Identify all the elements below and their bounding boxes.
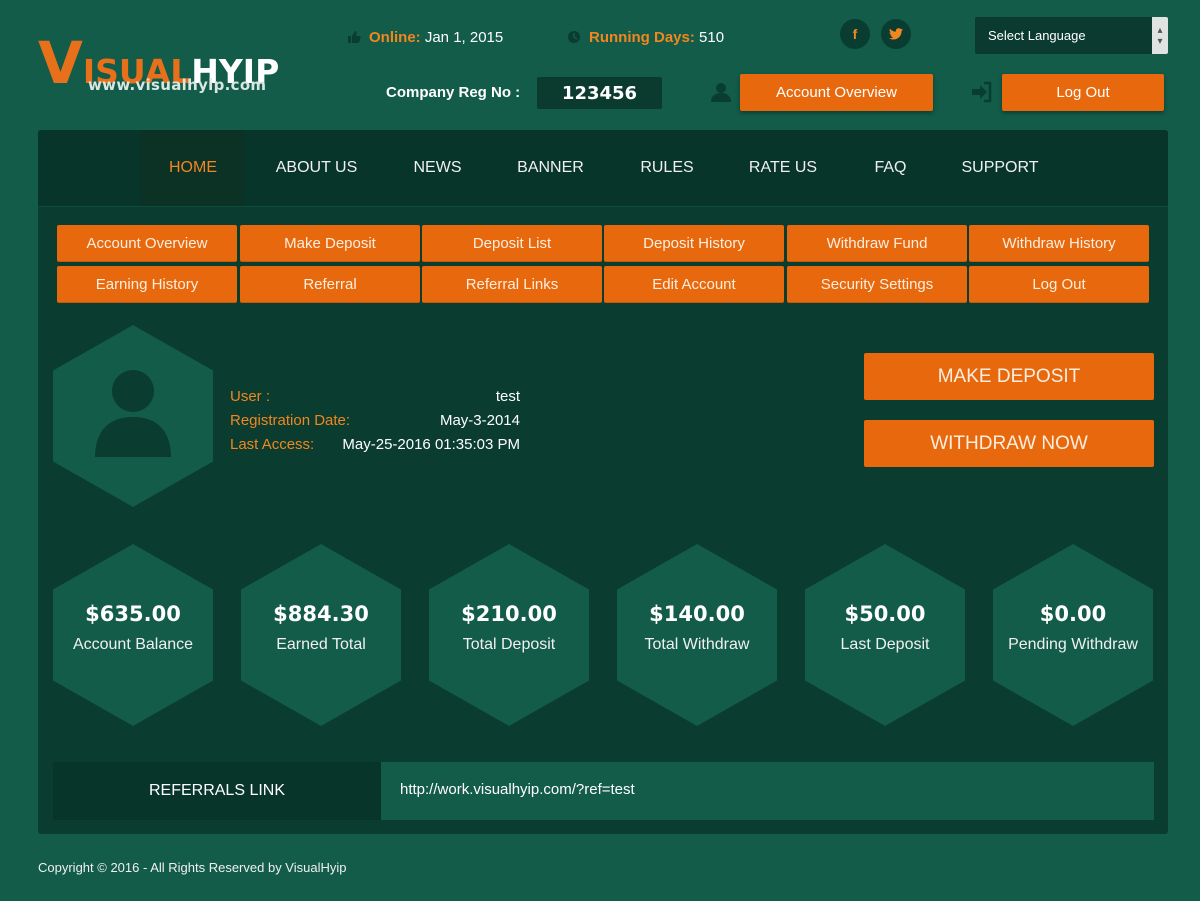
- menu-referral-links[interactable]: Referral Links: [422, 266, 602, 303]
- stat-label: Pending Withdraw: [1008, 636, 1138, 653]
- menu-deposit-history[interactable]: Deposit History: [604, 225, 784, 262]
- stat-pending-withdraw: $0.00 Pending Withdraw: [993, 544, 1153, 726]
- user-value: test: [495, 388, 520, 405]
- running-value: 510: [699, 29, 725, 46]
- facebook-icon[interactable]: f: [840, 19, 870, 49]
- online-label: Online:: [369, 29, 421, 46]
- language-select-value: Select Language: [988, 28, 1086, 43]
- user-label: User :: [230, 388, 271, 405]
- menu-withdraw-fund[interactable]: Withdraw Fund: [787, 225, 967, 262]
- company-reg-value: 123456: [537, 77, 662, 109]
- user-icon: [711, 83, 731, 102]
- running-label: Running Days:: [589, 29, 695, 46]
- nav-news[interactable]: NEWS: [400, 130, 475, 206]
- sign-in-icon: [972, 81, 992, 103]
- online-status: Online: Jan 1, 2015: [347, 29, 503, 46]
- registration-date-label: Registration Date:: [230, 412, 351, 429]
- referral-link-label: REFERRALS LINK: [53, 762, 381, 820]
- main-nav: HOME ABOUT US NEWS BANNER RULES RATE US …: [38, 130, 1168, 207]
- nav-banner[interactable]: BANNER: [508, 130, 593, 206]
- clock-icon: [568, 31, 580, 43]
- online-value: Jan 1, 2015: [424, 29, 504, 46]
- nav-faq[interactable]: FAQ: [863, 130, 918, 206]
- stat-label: Total Withdraw: [644, 636, 750, 653]
- stat-total-deposit: $210.00 Total Deposit: [429, 544, 589, 726]
- user-avatar-icon: [95, 370, 171, 457]
- last-access-label: Last Access:: [230, 436, 315, 453]
- site-logo[interactable]: VISUALHYIP www.visualhyip.com: [38, 34, 279, 100]
- stat-label: Account Balance: [72, 636, 194, 653]
- menu-deposit-list[interactable]: Deposit List: [422, 225, 602, 262]
- menu-earning-history[interactable]: Earning History: [57, 266, 237, 303]
- stat-amount: $0.00: [1039, 602, 1107, 626]
- stat-label: Earned Total: [276, 636, 366, 653]
- stat-amount: $635.00: [85, 602, 181, 626]
- stat-total-withdraw: $140.00 Total Withdraw: [617, 544, 777, 726]
- menu-security-settings[interactable]: Security Settings: [787, 266, 967, 303]
- language-select[interactable]: Select Language ▴ ▾: [975, 17, 1168, 54]
- withdraw-now-button[interactable]: WITHDRAW NOW: [864, 420, 1154, 467]
- running-days: Running Days: 510: [567, 29, 724, 46]
- stat-label: Total Deposit: [462, 636, 556, 653]
- logout-button[interactable]: Log Out: [1002, 74, 1164, 111]
- referral-link-bar: REFERRALS LINK http://work.visualhyip.co…: [53, 762, 1154, 820]
- menu-edit-account[interactable]: Edit Account: [604, 266, 784, 303]
- thumbs-up-icon: [348, 31, 361, 43]
- stat-amount: $884.30: [273, 602, 369, 626]
- menu-referral[interactable]: Referral: [240, 266, 420, 303]
- nav-about-us[interactable]: ABOUT US: [260, 130, 373, 206]
- logo-url: www.visualhyip.com: [88, 76, 267, 94]
- nav-home[interactable]: HOME: [141, 130, 245, 206]
- stat-amount: $50.00: [844, 602, 926, 626]
- stat-amount: $210.00: [461, 602, 557, 626]
- logo-initial: V: [38, 29, 83, 97]
- menu-withdraw-history[interactable]: Withdraw History: [969, 225, 1149, 262]
- footer-copyright: Copyright © 2016 - All Rights Reserved b…: [38, 860, 347, 875]
- stat-label: Last Deposit: [840, 636, 930, 653]
- facebook-glyph: f: [852, 26, 858, 42]
- main-panel: HOME ABOUT US NEWS BANNER RULES RATE US …: [38, 130, 1168, 834]
- twitter-icon[interactable]: [881, 19, 911, 49]
- menu-make-deposit[interactable]: Make Deposit: [240, 225, 420, 262]
- registration-date-value: May-3-2014: [439, 412, 520, 429]
- avatar: [53, 325, 213, 507]
- menu-account-overview[interactable]: Account Overview: [57, 225, 237, 262]
- menu-log-out[interactable]: Log Out: [969, 266, 1149, 303]
- stat-account-balance: $635.00 Account Balance: [53, 544, 213, 726]
- last-access-value: May-25-2016 01:35:03 PM: [342, 436, 520, 453]
- chevron-updown-icon[interactable]: ▴ ▾: [1152, 17, 1168, 54]
- stat-last-deposit: $50.00 Last Deposit: [805, 544, 965, 726]
- make-deposit-button[interactable]: MAKE DEPOSIT: [864, 353, 1154, 400]
- twitter-bird-icon: [889, 28, 903, 40]
- nav-rate-us[interactable]: RATE US: [738, 130, 828, 206]
- nav-rules[interactable]: RULES: [628, 130, 706, 206]
- nav-support[interactable]: SUPPORT: [950, 130, 1050, 206]
- company-reg-label: Company Reg No :: [386, 84, 521, 101]
- stat-amount: $140.00: [649, 602, 745, 626]
- referral-link-url[interactable]: http://work.visualhyip.com/?ref=test: [400, 781, 635, 798]
- account-overview-button[interactable]: Account Overview: [740, 74, 933, 111]
- stat-earned-total: $884.30 Earned Total: [241, 544, 401, 726]
